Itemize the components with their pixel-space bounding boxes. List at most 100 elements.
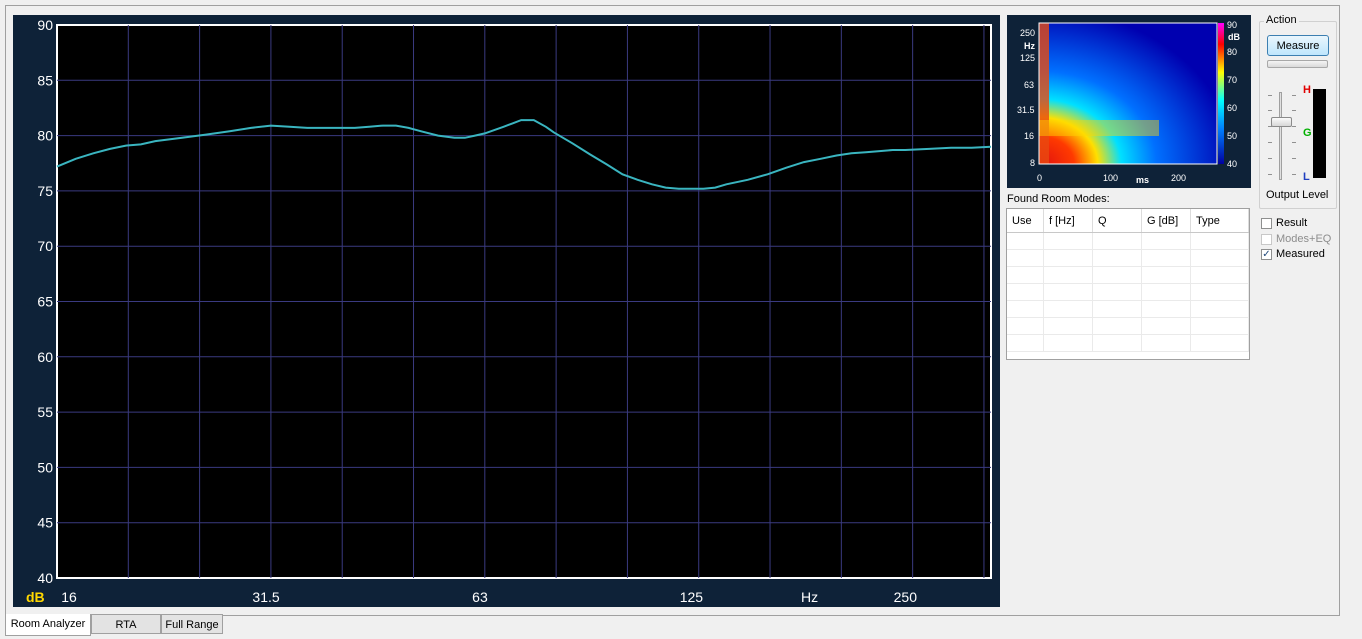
table-cell [1007, 300, 1044, 318]
wf-xtick: 0 [1037, 173, 1042, 183]
y-tick-label: 90 [37, 17, 53, 33]
table-cell [1092, 300, 1142, 318]
wf-xtick: 100 [1103, 173, 1118, 183]
wf-x-unit: ms [1136, 175, 1149, 185]
x-tick-label: 125 [680, 589, 704, 605]
output-level-slider-track[interactable] [1279, 92, 1282, 180]
result-checkbox[interactable] [1261, 217, 1272, 229]
output-level-meter [1313, 89, 1326, 178]
wf-cbar-tick: 70 [1227, 75, 1237, 85]
tab-rta[interactable]: RTA [91, 614, 161, 634]
wf-cbar-tick: 90 [1227, 20, 1237, 30]
output-level-label: Output Level [1266, 189, 1329, 201]
waterfall-colorbar [1218, 23, 1224, 164]
table-cell [1007, 334, 1044, 352]
action-group-label: Action [1264, 14, 1299, 26]
measured-option[interactable]: ✓ Measured [1261, 248, 1325, 260]
wf-ytick: 125 [1020, 53, 1035, 63]
frequency-response-chart: 40 45 50 55 60 65 70 75 80 85 90 16 31.5 63 125 250 dB… [13, 15, 1000, 607]
frequency-response-plot: 40 45 50 55 60 65 70 75 80 85 90 16 31.5 63 125 250 dB… [26, 17, 992, 605]
waterfall-early-band [1039, 23, 1049, 164]
x-tick-label: 250 [894, 589, 918, 605]
waterfall-mode-band [1039, 120, 1159, 136]
output-level-slider-thumb[interactable] [1271, 117, 1292, 127]
table-cell [1043, 300, 1093, 318]
table-cell [1190, 266, 1249, 284]
table-cell [1190, 283, 1249, 301]
waterfall-panel: 250 Hz 125 63 31.5 16 8 0 100 ms 200 90 … [1007, 15, 1251, 188]
level-high-mark: H [1303, 84, 1311, 96]
waterfall-plot: 250 Hz 125 63 31.5 16 8 0 100 ms 200 90 … [1017, 20, 1240, 185]
table-cell [1141, 317, 1191, 335]
table-row[interactable] [1007, 249, 1249, 267]
measured-label: Measured [1276, 248, 1325, 260]
table-cell [1190, 249, 1249, 267]
wf-ytick: 16 [1024, 131, 1034, 141]
wf-cbar-tick: 60 [1227, 103, 1237, 113]
table-cell [1190, 317, 1249, 335]
x-tick-label: 31.5 [252, 589, 279, 605]
table-row[interactable] [1007, 266, 1249, 284]
col-frequency[interactable]: f [Hz] [1043, 209, 1093, 233]
modes-eq-option[interactable]: Modes+EQ [1261, 233, 1331, 245]
table-cell [1141, 283, 1191, 301]
table-cell [1043, 232, 1093, 250]
y-tick-label: 85 [37, 72, 53, 88]
table-cell [1043, 249, 1093, 267]
table-cell [1092, 334, 1142, 352]
y-tick-label: 65 [37, 294, 53, 310]
table-row[interactable] [1007, 300, 1249, 318]
table-cell [1092, 232, 1142, 250]
wf-ytick: 31.5 [1017, 105, 1035, 115]
waterfall-energy [1039, 23, 1217, 164]
x-unit-label: Hz [801, 589, 818, 605]
wf-ytick: 63 [1024, 80, 1034, 90]
y-tick-label: 50 [37, 459, 53, 475]
table-cell [1141, 266, 1191, 284]
table-cell [1043, 317, 1093, 335]
col-gain[interactable]: G [dB] [1141, 209, 1191, 233]
wf-ytick: 8 [1030, 158, 1035, 168]
col-type[interactable]: Type [1190, 209, 1249, 233]
wf-cbar-tick: 40 [1227, 159, 1237, 169]
wf-xtick: 200 [1171, 173, 1186, 183]
table-row[interactable] [1007, 334, 1249, 352]
level-good-mark: G [1303, 127, 1312, 139]
x-tick-label: 16 [61, 589, 77, 605]
table-cell [1141, 249, 1191, 267]
measure-button[interactable]: Measure [1267, 35, 1329, 56]
table-row[interactable] [1007, 283, 1249, 301]
table-row[interactable] [1007, 232, 1249, 250]
wf-y-unit: Hz [1024, 41, 1035, 51]
col-use[interactable]: Use [1007, 209, 1044, 233]
room-modes-table[interactable]: Use f [Hz] Q G [dB] Type [1006, 208, 1250, 360]
table-cell [1043, 283, 1093, 301]
table-cell [1092, 266, 1142, 284]
table-cell [1190, 300, 1249, 318]
y-tick-label: 40 [37, 570, 53, 586]
result-option[interactable]: Result [1261, 217, 1307, 229]
y-tick-label: 70 [37, 238, 53, 254]
table-cell [1007, 283, 1044, 301]
col-q[interactable]: Q [1092, 209, 1142, 233]
modes-eq-checkbox[interactable] [1261, 233, 1272, 245]
room-modes-label: Found Room Modes: [1007, 193, 1110, 205]
wf-cbar-unit: dB [1228, 32, 1240, 42]
result-label: Result [1276, 217, 1308, 229]
x-tick-label: 63 [472, 589, 488, 605]
measure-progress-bar [1267, 60, 1328, 68]
level-low-mark: L [1303, 171, 1310, 183]
wf-ytick: 250 [1020, 28, 1035, 38]
y-tick-label: 60 [37, 349, 53, 365]
measured-checkbox[interactable]: ✓ [1261, 248, 1272, 260]
table-cell [1043, 334, 1093, 352]
tab-full-range[interactable]: Full Range [161, 614, 223, 634]
tab-room-analyzer[interactable]: Room Analyzer [5, 614, 91, 636]
table-row[interactable] [1007, 317, 1249, 335]
table-cell [1007, 317, 1044, 335]
table-cell [1190, 334, 1249, 352]
table-cell [1007, 266, 1044, 284]
table-cell [1043, 266, 1093, 284]
y-tick-label: 80 [37, 128, 53, 144]
y-tick-label: 45 [37, 515, 53, 531]
